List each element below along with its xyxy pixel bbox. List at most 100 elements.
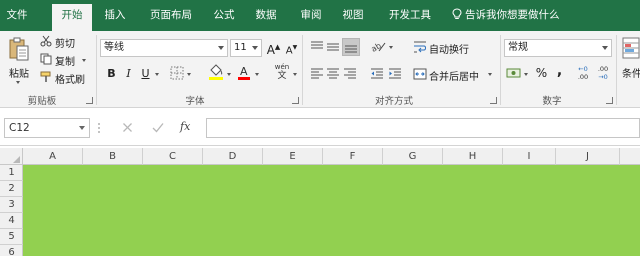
accounting-dropdown-icon[interactable] (524, 73, 528, 76)
decrease-decimal-bottom: →0 (598, 73, 608, 81)
borders-dropdown-icon[interactable] (187, 73, 191, 76)
group-separator (302, 35, 303, 105)
copy-dropdown-icon[interactable] (82, 59, 86, 62)
comma-style-button[interactable]: , (551, 63, 568, 80)
align-center-button[interactable] (326, 67, 340, 84)
phonetic-top: wén (274, 63, 290, 71)
align-middle-button[interactable] (326, 40, 340, 57)
number-format-select[interactable]: 常规 (504, 39, 612, 57)
alignment-launcher-icon[interactable] (490, 97, 497, 104)
clipboard-launcher-icon[interactable] (86, 97, 93, 104)
font-name-select[interactable]: 等线 (100, 39, 228, 57)
tab-home[interactable]: 开始 (52, 4, 92, 31)
tell-me-search[interactable]: 告诉我你想要做什么 (452, 4, 560, 27)
increase-decimal-top: ←0 (578, 65, 588, 73)
font-color-dropdown-icon[interactable] (255, 73, 259, 76)
fill-color-dropdown-icon[interactable] (227, 73, 231, 76)
decrease-indent-button[interactable] (370, 67, 384, 84)
font-launcher-icon[interactable] (292, 97, 299, 104)
font-group-label: 字体 (185, 96, 205, 107)
row-header-5[interactable]: 5 (0, 229, 23, 245)
column-header-e[interactable]: E (263, 148, 323, 165)
bold-button[interactable]: B (103, 65, 120, 82)
group-separator (96, 35, 97, 105)
confirm-entry-button[interactable] (152, 122, 164, 136)
italic-button[interactable]: I (120, 65, 137, 82)
insert-function-button[interactable]: fx (180, 120, 190, 133)
merge-dropdown-icon[interactable] (488, 73, 492, 76)
decrease-decimal-button[interactable]: .00 →0 (595, 65, 611, 81)
paste-icon (9, 37, 29, 61)
paste-dropdown-icon[interactable] (16, 81, 20, 84)
column-header-g[interactable]: G (383, 148, 443, 165)
phonetic-dropdown-icon[interactable] (293, 73, 297, 76)
column-headers: A B C D E F G H I J (0, 148, 640, 165)
fill-color-button[interactable] (208, 64, 224, 84)
tab-formulas[interactable]: 公式 (208, 4, 240, 31)
wrap-text-button[interactable] (413, 40, 427, 57)
tab-page-layout[interactable]: 页面布局 (142, 4, 200, 31)
cut-button[interactable] (40, 35, 52, 50)
column-header-c[interactable]: C (143, 148, 203, 165)
tab-file[interactable]: 文件 (0, 4, 34, 31)
row-header-4[interactable]: 4 (0, 213, 23, 229)
column-header-j[interactable]: J (556, 148, 620, 165)
underline-dropdown-icon[interactable] (155, 73, 159, 76)
tab-insert[interactable]: 插入 (99, 4, 131, 31)
formula-input[interactable] (206, 118, 640, 138)
close-icon (123, 123, 132, 132)
row-header-3[interactable]: 3 (0, 197, 23, 213)
tab-review[interactable]: 审阅 (295, 4, 327, 31)
cancel-entry-button[interactable] (122, 122, 133, 136)
percent-style-button[interactable]: % (533, 65, 550, 82)
select-all-button[interactable] (0, 148, 23, 165)
align-left-icon (311, 68, 323, 79)
font-size-select[interactable]: 11 (230, 39, 262, 57)
font-color-button[interactable]: A (237, 64, 251, 84)
row-header-6[interactable]: 6 (0, 245, 23, 256)
number-format-value: 常规 (508, 42, 528, 53)
orientation-button[interactable]: ab (370, 39, 386, 56)
phonetic-guide-button[interactable]: wén 文 (272, 63, 292, 81)
paste-button[interactable] (8, 36, 30, 67)
wrap-text-label: 自动换行 (429, 45, 469, 56)
align-bottom-icon (345, 45, 357, 53)
decrease-font-size-button[interactable]: A▼ (283, 39, 300, 56)
paste-label: 粘贴 (9, 69, 29, 80)
conditional-formatting-label: 条件 (622, 69, 640, 80)
name-box[interactable]: C12 (4, 118, 90, 138)
row-header-1[interactable]: 1 (0, 165, 23, 181)
number-launcher-icon[interactable] (606, 97, 613, 104)
borders-button[interactable] (170, 66, 184, 83)
accounting-format-button[interactable] (506, 66, 522, 83)
increase-indent-button[interactable] (388, 67, 402, 84)
clipboard-group-label: 剪贴板 (27, 96, 57, 107)
tab-developer[interactable]: 开发工具 (382, 4, 438, 31)
column-header-b[interactable]: B (83, 148, 143, 165)
increase-decimal-button[interactable]: ←0 .00 (575, 65, 591, 81)
tab-view[interactable]: 视图 (337, 4, 369, 31)
row-header-2[interactable]: 2 (0, 181, 23, 197)
align-right-button[interactable] (343, 67, 357, 84)
merge-center-button[interactable] (413, 67, 427, 84)
underline-button[interactable]: U (137, 65, 154, 82)
column-header-i[interactable]: I (503, 148, 556, 165)
cell-grid[interactable] (23, 165, 640, 256)
column-header-f[interactable]: F (323, 148, 383, 165)
orientation-dropdown-icon[interactable] (389, 46, 393, 49)
resize-handle[interactable] (98, 122, 100, 134)
column-header-d[interactable]: D (203, 148, 263, 165)
conditional-formatting-button[interactable] (622, 37, 640, 64)
align-left-button[interactable] (310, 67, 324, 84)
tab-data[interactable]: 数据 (250, 4, 282, 31)
copy-label: 复制 (55, 57, 75, 68)
align-top-button[interactable] (310, 40, 324, 57)
grow-font-glyph: A (266, 43, 275, 57)
copy-button[interactable] (40, 53, 52, 68)
name-box-value: C12 (9, 122, 30, 134)
format-painter-button[interactable] (40, 71, 52, 86)
increase-font-size-button[interactable]: A▲ (265, 39, 282, 57)
column-header-h[interactable]: H (443, 148, 503, 165)
column-header-a[interactable]: A (23, 148, 83, 165)
align-bottom-button[interactable] (342, 38, 360, 56)
